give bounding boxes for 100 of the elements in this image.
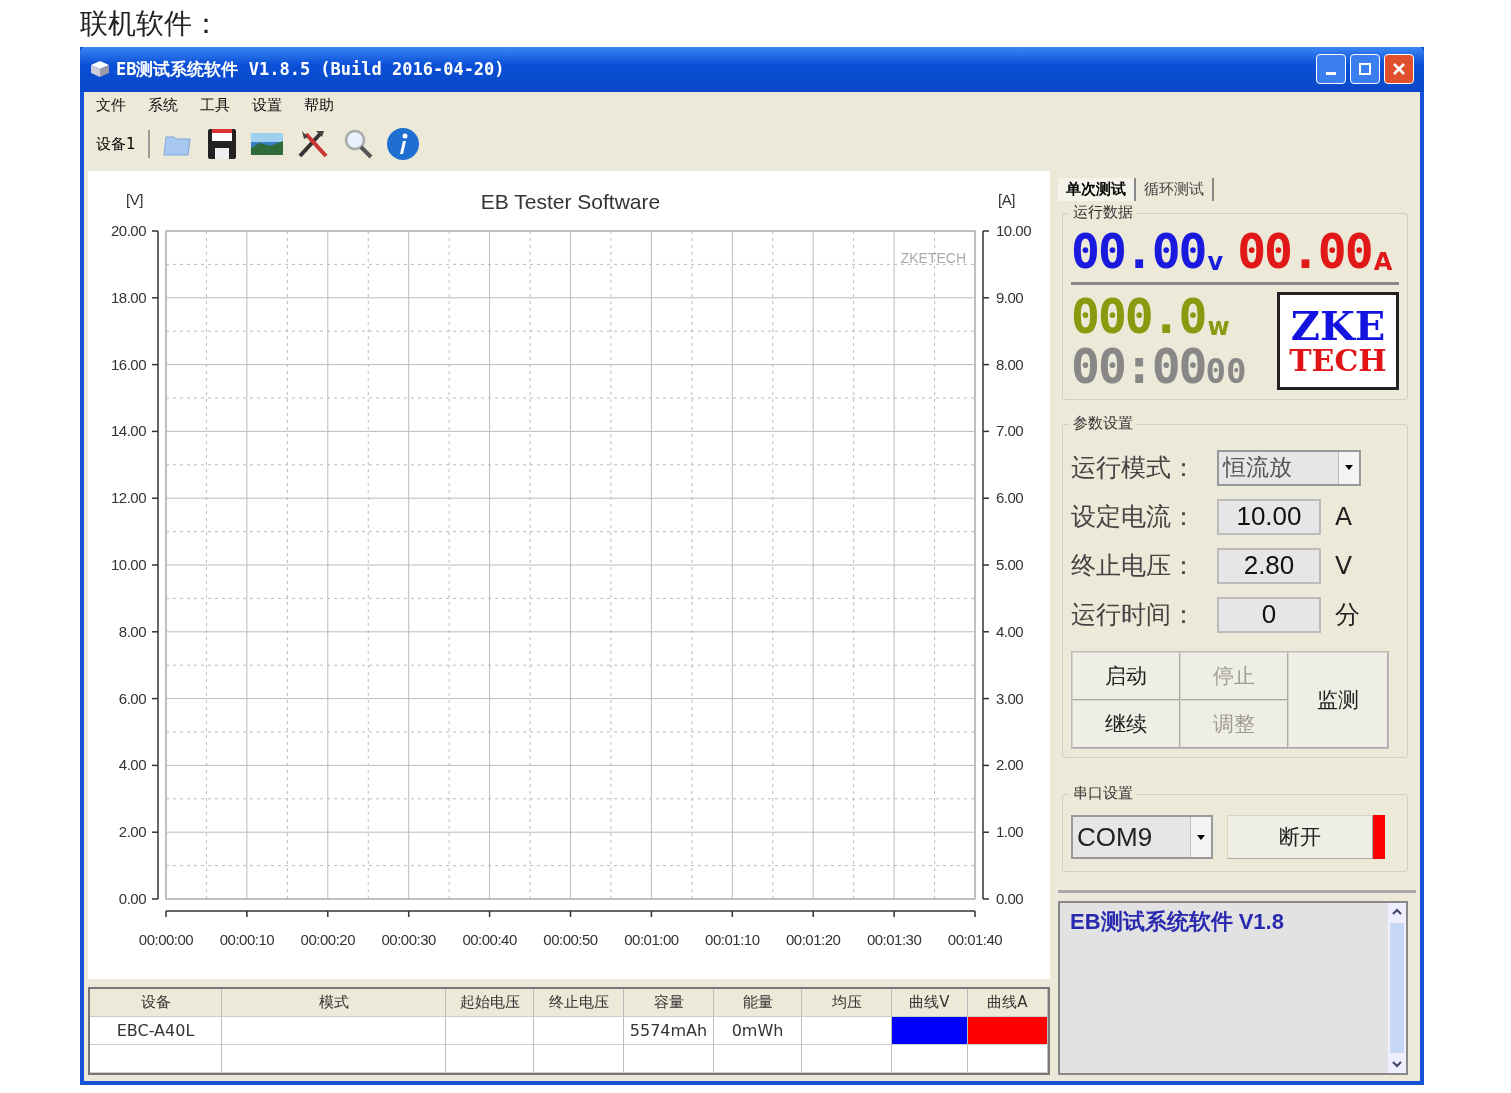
tick-label: 18.00 — [110, 288, 146, 306]
column-header: 容量 — [624, 989, 714, 1017]
seconds-reading: 00 — [1205, 351, 1247, 391]
scrollbar[interactable] — [1388, 903, 1406, 1073]
power-unit: w — [1207, 313, 1230, 341]
current-reading: 00.00 — [1237, 226, 1372, 276]
info-button[interactable] — [385, 127, 420, 162]
unit-label: V — [1335, 551, 1353, 580]
tick-label: 12.00 — [110, 489, 146, 507]
menu-item[interactable]: 系统 — [148, 96, 178, 115]
monitor-button[interactable]: 监测 — [1288, 652, 1388, 748]
tick-label: 8.00 — [118, 622, 146, 640]
tick-label: 10.00 — [110, 556, 146, 573]
port-dropdown[interactable]: COM9 — [1071, 815, 1213, 859]
tick-label: 6.00 — [996, 489, 1024, 507]
menu-item[interactable]: 设置 — [252, 96, 282, 115]
voltage-unit: v — [1207, 248, 1224, 276]
close-button[interactable] — [1384, 54, 1414, 85]
tick-label: 5.00 — [996, 556, 1024, 573]
current-unit: A — [1373, 248, 1393, 276]
chart-watermark: ZKETECH — [900, 250, 966, 266]
tick-label: 4.00 — [996, 622, 1024, 640]
power-reading: 000.0 — [1071, 291, 1206, 341]
maximize-icon — [1359, 63, 1371, 76]
minimize-button[interactable] — [1316, 54, 1346, 85]
column-header: 模式 — [222, 989, 446, 1017]
column-header: 能量 — [714, 989, 802, 1017]
image-button[interactable] — [249, 131, 284, 158]
control-button[interactable]: 继续 — [1072, 700, 1180, 748]
unit-label: 分 — [1335, 599, 1360, 631]
column-header: 设备 — [90, 989, 222, 1017]
group-title: 串口设置 — [1069, 784, 1137, 803]
page-heading: 联机软件： — [80, 6, 220, 42]
caret-icon — [1197, 834, 1205, 840]
column-header: 终止电压 — [534, 989, 624, 1017]
tab[interactable]: 单次测试 — [1058, 178, 1136, 201]
input-field[interactable]: 2.80 — [1217, 547, 1321, 584]
tick-label: 0.00 — [118, 890, 146, 907]
table-cell: 5574mAh — [624, 1017, 714, 1045]
tick-label: 3.00 — [996, 689, 1024, 707]
time-reading: 00:00 — [1071, 341, 1206, 391]
window-title: EB测试系统软件 V1.8.5 (Build 2016-04-20) — [116, 57, 505, 81]
table-cell: EBC-A40L — [90, 1017, 222, 1045]
field-label: 终止电压： — [1071, 550, 1197, 582]
tick-label: 00:00:20 — [300, 931, 355, 948]
tick-label: 00:01:20 — [786, 931, 841, 948]
tick-label: 00:01:00 — [624, 931, 679, 948]
tick-label: 00:00:40 — [462, 931, 517, 948]
tick-label: 10.00 — [996, 222, 1032, 239]
tick-label: 16.00 — [110, 355, 146, 373]
tick-label: 7.00 — [996, 422, 1024, 440]
unit-label: A — [1335, 502, 1353, 531]
device-label: 设备1 — [96, 134, 136, 154]
logo: ZKE TECH — [1277, 292, 1399, 390]
tick-label: 4.00 — [118, 756, 146, 774]
close-icon — [1393, 63, 1405, 76]
field-label: 运行模式： — [1071, 452, 1197, 484]
menu-item[interactable]: 帮助 — [304, 96, 334, 115]
caret-icon — [1345, 465, 1353, 470]
group-title: 参数设置 — [1069, 414, 1137, 433]
info-icon — [385, 127, 420, 162]
cube-icon — [90, 60, 110, 79]
landscape-image-icon — [249, 131, 284, 158]
menu-item[interactable]: 工具 — [200, 96, 230, 115]
group-title: 运行数据 — [1069, 203, 1137, 222]
tick-label: 2.00 — [118, 823, 146, 841]
maximize-button[interactable] — [1350, 54, 1380, 85]
axis-label: [A] — [998, 191, 1015, 208]
input-field[interactable]: 0 — [1217, 596, 1321, 633]
mode-dropdown[interactable]: 恒流放 — [1217, 449, 1361, 486]
axis-label: [V] — [126, 191, 143, 208]
tick-label: 8.00 — [996, 355, 1024, 373]
table-cell: 0mWh — [714, 1017, 802, 1045]
field-label: 设定电流： — [1071, 501, 1197, 533]
tick-label: 00:01:10 — [705, 931, 760, 948]
tick-label: 00:01:40 — [947, 931, 1003, 948]
save-button[interactable] — [205, 127, 238, 162]
minimize-icon — [1326, 71, 1336, 75]
tick-label: 00:00:10 — [219, 931, 275, 948]
tick-label: 14.00 — [110, 422, 146, 440]
tick-label: 00:00:00 — [138, 931, 194, 948]
menu-item[interactable]: 文件 — [96, 96, 126, 115]
column-header: 均压 — [802, 989, 892, 1017]
control-button[interactable]: 启动 — [1072, 652, 1180, 700]
tick-label: 00:00:30 — [381, 931, 436, 948]
tick-label: 2.00 — [996, 756, 1024, 774]
field-label: 运行时间： — [1071, 599, 1197, 631]
tick-label: 20.00 — [110, 222, 146, 239]
voltage-reading: 00.00 — [1071, 226, 1206, 276]
tick-label: 6.00 — [118, 689, 146, 707]
tick-label: 9.00 — [996, 288, 1024, 306]
chart-title: EB Tester Software — [480, 190, 661, 213]
tick-label: 0.00 — [996, 890, 1024, 907]
tick-label: 00:01:30 — [866, 931, 922, 948]
input-field[interactable]: 10.00 — [1217, 498, 1321, 535]
log-line: EB测试系统软件 V1.8 — [1070, 908, 1285, 936]
disconnect-button[interactable]: 断开 — [1227, 815, 1373, 859]
column-header: 起始电压 — [446, 989, 534, 1017]
tick-label: 00:00:50 — [543, 931, 598, 948]
tick-label: 1.00 — [996, 823, 1024, 841]
